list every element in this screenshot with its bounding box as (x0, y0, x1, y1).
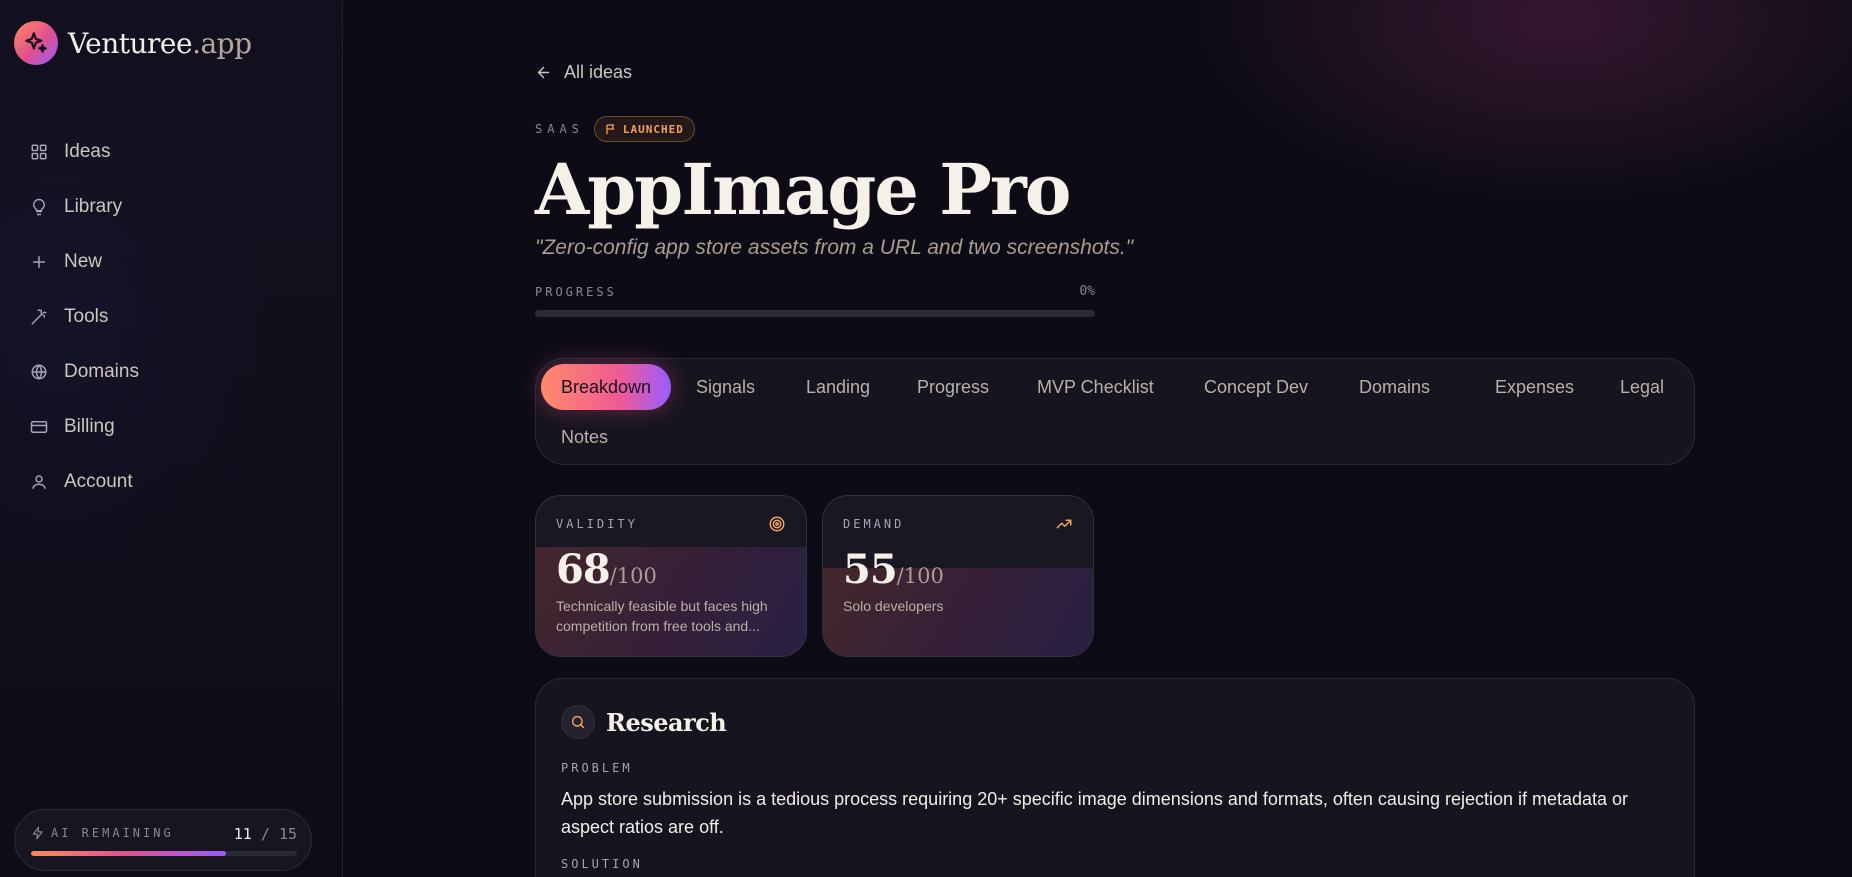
idea-tagline: "Zero-config app store assets from a URL… (535, 236, 1134, 259)
sidebar-item-domains[interactable]: Domains (28, 344, 318, 399)
sidebar-item-label: Tools (64, 305, 109, 327)
lightning-icon (31, 826, 45, 840)
sidebar-item-label: Billing (64, 415, 115, 437)
page-title: AppImage Pro (535, 148, 1071, 231)
sidebar-item-billing[interactable]: Billing (28, 399, 318, 454)
problem-text: App store submission is a tedious proces… (561, 789, 1629, 837)
tab-notes[interactable]: Notes (541, 414, 628, 460)
sparkle-icon (14, 21, 58, 65)
sidebar-item-label: Ideas (64, 140, 111, 162)
tab-domains[interactable]: Domains (1339, 364, 1450, 410)
tab-bar: Breakdown Signals Landing Progress MVP C… (535, 358, 1695, 465)
user-icon (28, 471, 50, 493)
lightbulb-icon (28, 196, 50, 218)
sidebar-item-new[interactable]: New (28, 234, 318, 289)
tab-mvp-checklist[interactable]: MVP Checklist (1017, 364, 1174, 410)
sidebar-item-label: Domains (64, 360, 139, 382)
sidebar-nav: Ideas Library New Tools Domains Billing … (28, 124, 318, 509)
sidebar-item-label: New (64, 250, 103, 272)
validity-card: VALIDITY 68/100 Technically feasible but… (535, 495, 807, 657)
ai-remaining-fill (31, 851, 227, 856)
card-label: DEMAND (843, 517, 905, 531)
trending-up-icon (1055, 515, 1073, 533)
research-header: Research (561, 705, 727, 739)
tab-legal[interactable]: Legal (1600, 364, 1684, 410)
tab-progress[interactable]: Progress (897, 364, 1009, 410)
solution-label: SOLUTION (561, 857, 643, 871)
sidebar-item-library[interactable]: Library (28, 179, 318, 234)
validity-score: 68/100 (556, 546, 657, 593)
category-label: SAAS (535, 122, 584, 136)
progress-value: 0% (1079, 284, 1095, 299)
tab-expenses[interactable]: Expenses (1475, 364, 1594, 410)
validity-description: Technically feasible but faces high comp… (556, 598, 768, 634)
demand-description: Solo developers (843, 598, 944, 614)
sidebar-item-ideas[interactable]: Ideas (28, 124, 318, 179)
progress-bar (535, 310, 1095, 317)
demand-card: DEMAND 55/100 Solo developers (822, 495, 1094, 657)
tab-signals[interactable]: Signals (676, 364, 775, 410)
credit-card-icon (28, 416, 50, 438)
idea-meta: SAAS LAUNCHED (535, 116, 695, 142)
research-title: Research (606, 707, 727, 737)
status-badge: LAUNCHED (593, 116, 695, 142)
sidebar-item-tools[interactable]: Tools (28, 289, 318, 344)
ai-remaining-bar (31, 851, 297, 856)
ai-remaining-meter: AI REMAINING 11 / 15 (14, 809, 312, 871)
ai-remaining-count: 11 / 15 (233, 825, 297, 843)
sidebar-item-label: Account (64, 470, 133, 492)
progress-label: PROGRESS (535, 285, 617, 299)
back-link[interactable]: All ideas (535, 62, 632, 83)
wand-icon (28, 306, 50, 328)
sidebar: Venturee.app Ideas Library New Tools Dom… (0, 0, 343, 877)
tab-landing[interactable]: Landing (786, 364, 890, 410)
tab-breakdown[interactable]: Breakdown (541, 364, 672, 410)
research-section: Research PROBLEM App store submission is… (535, 678, 1695, 877)
tab-concept-dev[interactable]: Concept Dev (1184, 364, 1328, 410)
globe-icon (28, 361, 50, 383)
sidebar-item-account[interactable]: Account (28, 454, 318, 509)
arrow-left-icon (535, 64, 552, 81)
problem-label: PROBLEM (561, 761, 633, 775)
back-link-label: All ideas (564, 62, 633, 82)
grid-icon (28, 141, 50, 163)
search-icon (561, 705, 595, 739)
plus-icon (28, 251, 50, 273)
demand-score: 55/100 (843, 546, 944, 593)
brand[interactable]: Venturee.app (14, 21, 252, 65)
card-label: VALIDITY (556, 517, 638, 531)
target-icon (768, 515, 786, 533)
sidebar-item-label: Library (64, 195, 123, 217)
flag-icon (605, 123, 617, 135)
brand-name: Venturee.app (68, 26, 252, 60)
ai-remaining-label: AI REMAINING (31, 826, 174, 840)
